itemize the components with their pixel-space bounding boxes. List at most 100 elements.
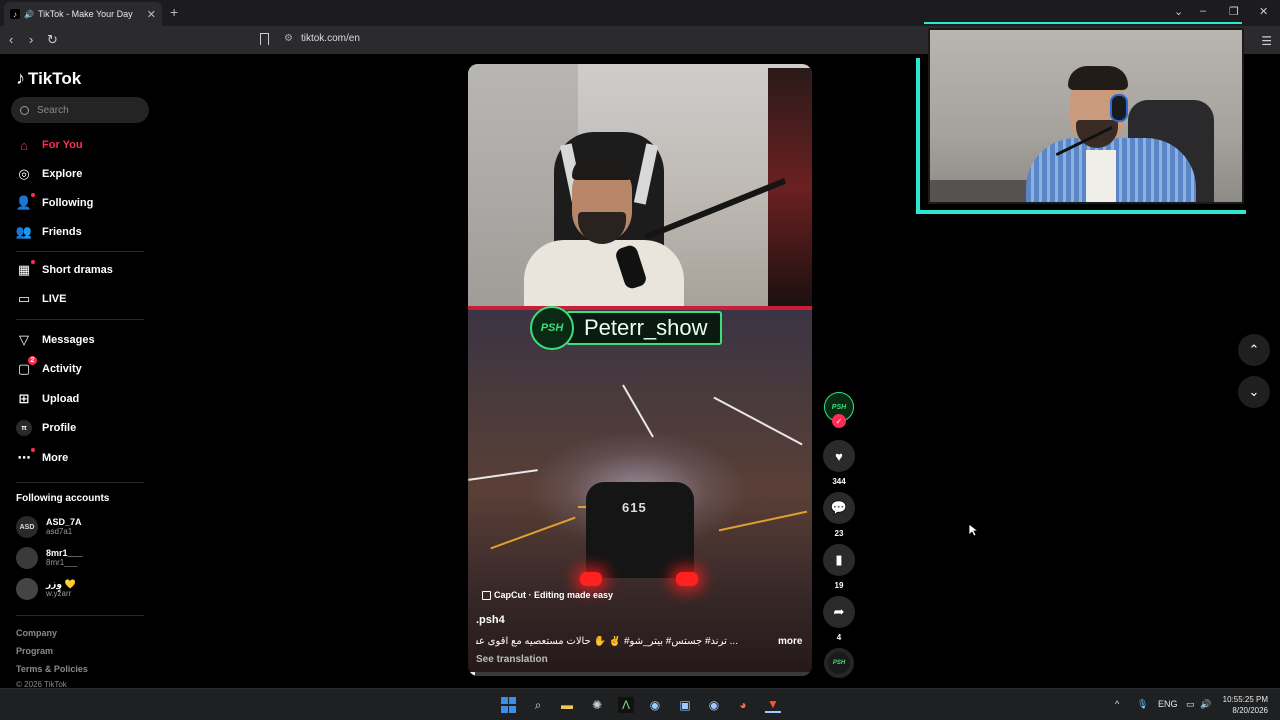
caption-more-button[interactable]: more <box>778 636 802 647</box>
search-icon[interactable]: ⌕ <box>530 697 546 713</box>
file-explorer-icon[interactable]: ▬ <box>559 697 575 713</box>
live-icon: ▭ <box>17 291 31 306</box>
account-item[interactable]: ASD ASD_7A asd7a1 <box>16 516 82 538</box>
steam-icon[interactable]: ◉ <box>647 697 663 713</box>
music-disc-icon[interactable]: PSH <box>824 648 854 678</box>
tray-overflow-icon[interactable]: ^ <box>1115 699 1119 709</box>
store-icon[interactable]: ▣ <box>677 697 693 713</box>
restore-icon[interactable]: ❐ <box>1229 5 1239 18</box>
like-button[interactable]: ♥ <box>823 440 855 472</box>
streamer-nametag: PSH Peterr_show <box>530 306 750 350</box>
more-icon: ⋯ <box>16 448 35 466</box>
new-tab-icon[interactable]: + <box>170 4 178 20</box>
volume-icon[interactable]: 🔊 <box>1200 699 1211 710</box>
chatgpt-icon[interactable]: ✺ <box>589 697 605 713</box>
capcut-icon <box>482 590 491 600</box>
account-item[interactable]: 8mr1___ 8mr1___ <box>16 547 83 569</box>
menu-icon[interactable]: ☰ <box>1261 34 1272 48</box>
facecam-overlay <box>916 22 1252 218</box>
url-text: tiktok.com/en <box>300 33 360 44</box>
sidebar-divider <box>16 319 144 320</box>
capcut-label[interactable]: CapCut · Editing made easy <box>482 590 613 600</box>
nav-more[interactable]: ⋯ More <box>16 448 68 468</box>
account-name: وٍزر 💛 <box>46 579 76 589</box>
url-field[interactable]: ⚙ tiktok.com/en <box>284 33 360 44</box>
speaker-icon[interactable]: 🔊 <box>24 10 34 19</box>
capcut-text: CapCut · Editing made easy <box>494 590 614 600</box>
video-caption: ... ترند# جستس# بيتر_شو# ✌️ ✋ حالات مستع… <box>476 636 738 647</box>
footer-link-company[interactable]: Company <box>16 628 57 638</box>
chevron-down-icon: ⌄ <box>1248 384 1260 399</box>
share-button[interactable]: ➦ <box>823 596 855 628</box>
sidebar-divider <box>16 251 144 252</box>
search-box[interactable] <box>11 97 149 123</box>
nav-for-you[interactable]: ⌂ For You <box>16 135 82 155</box>
share-arrow-icon: ➦ <box>833 604 845 619</box>
steam-icon-2[interactable]: ◉ <box>706 697 722 713</box>
mic-arm <box>644 178 787 240</box>
tiktok-logo[interactable]: ♪ TikTok <box>16 68 81 89</box>
nav-live[interactable]: ▭ LIVE <box>16 289 67 309</box>
nav-label: Upload <box>42 393 80 405</box>
see-translation-link[interactable]: See translation <box>476 654 548 665</box>
nav-label: Following <box>42 197 94 209</box>
upload-icon: ⊞ <box>18 391 30 406</box>
terminal-app-icon[interactable]: Λ <box>618 697 634 713</box>
reload-icon[interactable]: ↻ <box>47 32 58 48</box>
search-input[interactable] <box>37 104 137 116</box>
friends-icon: 👥 <box>15 224 33 239</box>
windows-start-icon[interactable] <box>500 697 516 713</box>
sidebar-divider <box>16 482 144 483</box>
footer-link-program[interactable]: Program <box>16 646 53 656</box>
site-info-icon[interactable]: ⚙ <box>284 33 293 44</box>
close-window-icon[interactable]: ✕ <box>1259 5 1268 18</box>
nav-label: Friends <box>42 226 82 238</box>
tab-list-icon[interactable]: ⌄ <box>1174 5 1183 18</box>
comment-count: 23 <box>834 529 844 538</box>
chrome-icon[interactable]: ◕ <box>735 697 751 713</box>
streamer-hair <box>572 156 632 180</box>
nav-short-dramas[interactable]: ▦ Short dramas <box>16 260 113 280</box>
search-icon <box>20 105 29 115</box>
mouse-cursor-icon <box>968 523 978 537</box>
nav-explore[interactable]: ◎ Explore <box>16 164 82 184</box>
following-accounts-title: Following accounts <box>16 493 110 504</box>
video-player[interactable]: 615 PSH Peterr_show CapCut · Editing mad… <box>468 64 812 676</box>
bookmark-icon[interactable] <box>260 33 269 45</box>
gameplay-frame: 615 <box>468 310 812 676</box>
nav-upload[interactable]: ⊞ Upload <box>16 389 80 409</box>
video-author[interactable]: .psh4 <box>476 614 505 626</box>
previous-video-button[interactable]: ⌃ <box>1238 334 1270 366</box>
tail-light <box>580 572 602 586</box>
nav-following[interactable]: 👤 Following <box>16 193 93 213</box>
language-indicator[interactable]: ENG <box>1158 699 1178 709</box>
close-tab-icon[interactable]: ✕ <box>147 8 156 21</box>
tiktok-note-icon: ♪ <box>16 68 25 88</box>
forward-icon[interactable]: › <box>29 32 33 47</box>
video-progress-fill <box>468 672 475 676</box>
nav-label: Messages <box>42 334 95 346</box>
browser-tab[interactable]: ♪ 🔊 TikTok - Make Your Day ✕ <box>4 2 162 26</box>
tab-title: TikTok - Make Your Day <box>37 9 133 19</box>
nav-activity[interactable]: ▢ 2 Activity <box>16 356 82 379</box>
account-item[interactable]: وٍزر 💛 w.yzarr <box>16 578 76 600</box>
comment-button[interactable]: 💬 <box>823 492 855 524</box>
nav-profile[interactable]: π Profile <box>16 418 76 438</box>
nav-messages[interactable]: ▽ Messages <box>16 330 95 350</box>
microphone-icon[interactable]: 🎙 <box>1137 699 1148 710</box>
nav-friends[interactable]: 👥 Friends <box>16 222 82 242</box>
follow-check-icon[interactable]: ✓ <box>832 414 846 428</box>
following-icon: 👤 <box>16 193 35 211</box>
footer-link-terms[interactable]: Terms & Policies <box>16 664 88 674</box>
back-icon[interactable]: ‹ <box>9 32 13 47</box>
video-progress-bar[interactable] <box>468 672 812 676</box>
comment-icon: 💬 <box>830 500 848 515</box>
brave-browser-icon[interactable]: ▼ <box>765 697 781 713</box>
minimize-icon[interactable]: – <box>1200 5 1206 17</box>
messages-icon: ▽ <box>19 332 29 347</box>
save-button[interactable]: ▮ <box>823 544 855 576</box>
streamer-webcam-frame <box>468 64 812 310</box>
next-video-button[interactable]: ⌄ <box>1238 376 1270 408</box>
system-clock[interactable]: 10:55:25 PM 8/20/2026 <box>1223 694 1268 716</box>
network-icon[interactable]: ▭ <box>1186 699 1195 710</box>
